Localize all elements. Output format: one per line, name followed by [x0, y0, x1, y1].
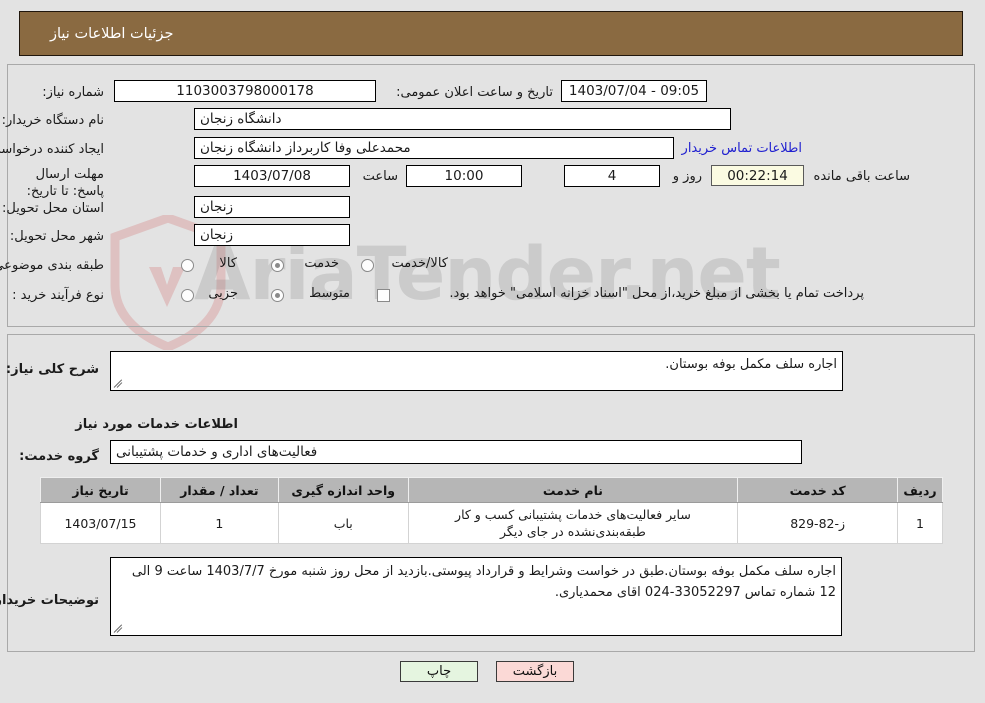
radio-category-kala[interactable] [182, 259, 195, 272]
page-title: جزئیات اطلاعات نیاز [51, 25, 175, 42]
buyer-notes-label: توضیحات خریدار: [0, 593, 100, 608]
radio-category-kala-label: کالا [220, 256, 238, 271]
service-section-title: اطلاعات خدمات مورد نیاز [76, 417, 239, 432]
radio-category-kala-khedmat[interactable] [362, 259, 375, 272]
service-table: ردیف کد خدمت نام خدمت واحد اندازه گیری ت… [41, 477, 944, 544]
resize-grip-icon-notes[interactable] [114, 623, 125, 634]
print-button[interactable]: چاپ [401, 661, 479, 682]
need-number-field[interactable]: 1103003798000178 [115, 80, 377, 102]
radio-category-khedmat-label: خدمت [305, 256, 340, 271]
buyer-org-field[interactable]: دانشگاه زنجان [195, 108, 732, 130]
table-header-row: ردیف کد خدمت نام خدمت واحد اندازه گیری ت… [41, 477, 944, 503]
resize-grip-icon[interactable] [114, 378, 125, 389]
deadline-date-field[interactable]: 1403/07/08 [195, 165, 351, 187]
delivery-province-field[interactable]: زنجان [195, 196, 351, 218]
remaining-days-field[interactable]: 4 [565, 165, 661, 187]
days-word-label: روز و [673, 169, 703, 184]
delivery-city-label: شهر محل تحویل: [10, 229, 105, 244]
deadline-time-field[interactable]: 10:00 [407, 165, 523, 187]
col-service-code: کد خدمت [738, 477, 900, 503]
col-need-date: تاریخ نیاز [41, 477, 162, 503]
col-row-number: ردیف [898, 477, 944, 503]
general-description-textarea[interactable]: اجاره سلف مکمل بوفه بوستان. [111, 351, 844, 391]
col-service-name: نام خدمت [408, 477, 740, 503]
buyer-notes-text: اجاره سلف مکمل بوفه بوستان.طبق در خواست … [132, 564, 837, 600]
islamic-treasury-note: پرداخت تمام یا بخشی از مبلغ خرید،از محل … [450, 286, 865, 301]
radio-category-kala-khedmat-label: کالا/خدمت [392, 256, 449, 271]
delivery-province-label: استان محل تحویل: [3, 201, 105, 216]
hour-word-label: ساعت [363, 169, 399, 184]
service-group-label: گروه خدمت: [20, 449, 100, 464]
radio-process-jozei-label: جزیی [209, 286, 239, 301]
need-number-label: شماره نیاز: [43, 85, 105, 100]
page-header: جزئیات اطلاعات نیاز [20, 11, 964, 56]
page-root: AriaTender.net جزئیات اطلاعات نیاز شماره… [0, 0, 985, 703]
general-description-text: اجاره سلف مکمل بوفه بوستان. [666, 357, 838, 372]
general-description-label: شرح کلی نیاز: [6, 362, 100, 377]
cell-unit: باب [278, 502, 410, 544]
col-quantity: تعداد / مقدار [160, 477, 280, 503]
cell-service-code: ز-82-829 [738, 502, 900, 544]
purchase-process-label: نوع فرآیند خرید : [13, 288, 105, 303]
requester-field[interactable]: محمدعلی وفا کاربرداز دانشگاه زنجان [195, 137, 675, 159]
back-button[interactable]: بازگشت [497, 661, 575, 682]
countdown-field: 00:22:14 [712, 165, 805, 186]
col-unit: واحد اندازه گیری [278, 477, 410, 503]
buyer-notes-textarea[interactable]: اجاره سلف مکمل بوفه بوستان.طبق در خواست … [111, 557, 843, 636]
cell-quantity: 1 [160, 502, 280, 544]
radio-process-motevaset[interactable] [272, 289, 285, 302]
remaining-time-label: ساعت باقی مانده [814, 169, 911, 184]
subject-category-label: طبقه بندی موضوعی: [0, 258, 105, 273]
requester-label: ایجاد کننده درخواست: [0, 142, 105, 157]
radio-process-jozei[interactable] [182, 289, 195, 302]
announce-datetime-field[interactable]: 09:05 - 1403/07/04 [562, 80, 708, 102]
cell-need-date: 1403/07/15 [41, 502, 162, 544]
cell-service-name: سایر فعالیت‌های خدمات پشتیبانی کسب و کار… [408, 502, 740, 544]
buyer-contact-link[interactable]: اطلاعات تماس خریدار [683, 141, 803, 156]
checkbox-islamic-treasury[interactable] [378, 289, 391, 302]
table-row: 1 ز-82-829 سایر فعالیت‌های خدمات پشتیبان… [41, 502, 944, 544]
cell-row-number: 1 [898, 502, 944, 544]
deadline-label: مهلت ارسال پاسخ: تا تاریخ: [27, 167, 105, 199]
service-group-field[interactable]: فعالیت‌های اداری و خدمات پشتیبانی [111, 440, 803, 464]
buyer-org-label: نام دستگاه خریدار: [2, 113, 105, 128]
announce-datetime-label: تاریخ و ساعت اعلان عمومی: [397, 85, 554, 100]
radio-category-khedmat[interactable] [272, 259, 285, 272]
radio-process-motevaset-label: متوسط [310, 286, 351, 301]
delivery-city-field[interactable]: زنجان [195, 224, 351, 246]
